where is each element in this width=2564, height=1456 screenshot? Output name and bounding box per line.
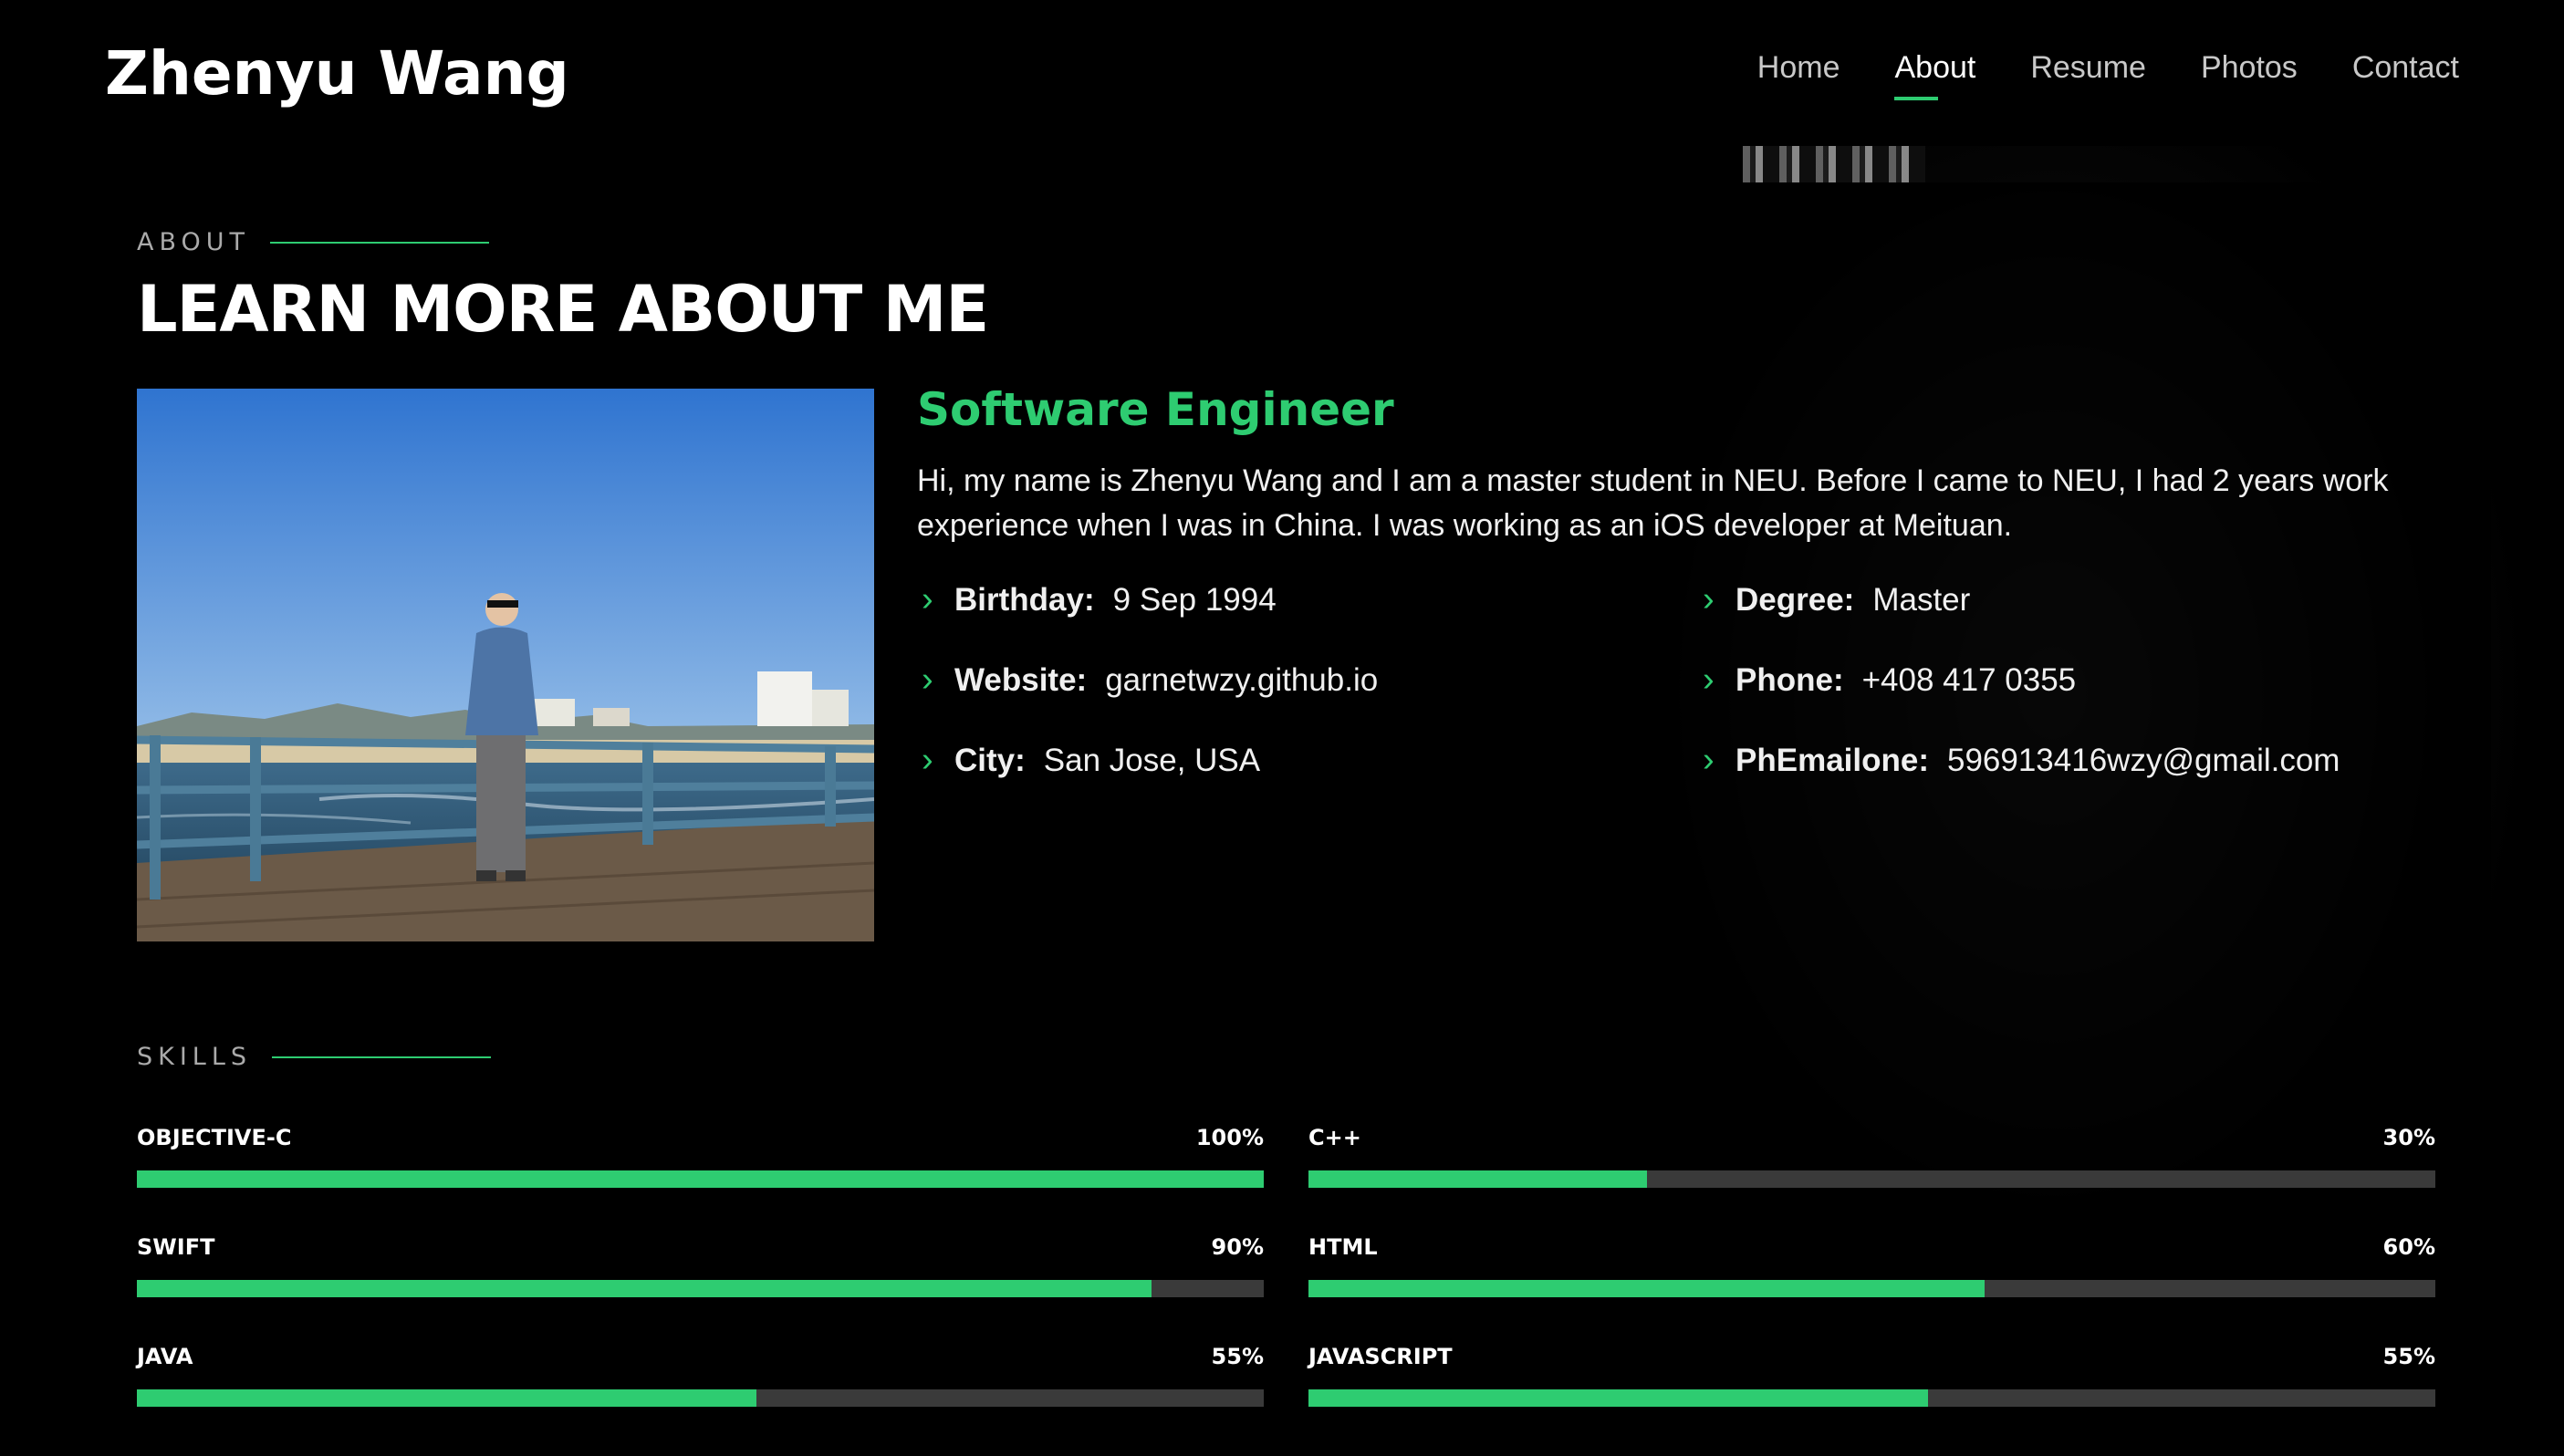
skill-progress-fill bbox=[1308, 1280, 1985, 1297]
nav-about[interactable]: About bbox=[1894, 50, 1975, 100]
background-detail bbox=[1743, 146, 1925, 182]
info-value: 9 Sep 1994 bbox=[1112, 581, 1277, 618]
info-key: Degree: bbox=[1735, 581, 1855, 618]
info-email: › PhEmailone: 596913416wzy@gmail.com bbox=[1703, 741, 2340, 780]
skill-percent: 100% bbox=[1195, 1125, 1264, 1150]
info-key: Phone: bbox=[1735, 661, 1844, 698]
skill-java: JAVA 55% bbox=[137, 1344, 1264, 1407]
skill-progress-fill bbox=[1308, 1389, 1929, 1407]
page-title: LEARN MORE ABOUT ME bbox=[137, 272, 989, 347]
top-navbar: Zhenyu Wang Home About Resume Photos Con… bbox=[0, 0, 2564, 146]
skill-progress-track bbox=[1308, 1389, 2435, 1407]
profile-photo bbox=[137, 389, 874, 941]
skill-progress-track bbox=[1308, 1170, 2435, 1188]
info-value: +408 417 0355 bbox=[1861, 661, 2077, 698]
chevron-right-icon: › bbox=[1703, 741, 1715, 779]
skill-name: HTML bbox=[1308, 1234, 1378, 1260]
info-value[interactable]: garnetwzy.github.io bbox=[1105, 662, 1378, 699]
skill-progress-track bbox=[137, 1170, 1264, 1188]
nav-contact[interactable]: Contact bbox=[2352, 50, 2459, 97]
about-section-label: ABOUT bbox=[137, 228, 490, 256]
skill-name: SWIFT bbox=[137, 1234, 215, 1260]
nav-photos[interactable]: Photos bbox=[2201, 50, 2298, 97]
info-key: PhEmailone: bbox=[1735, 742, 1929, 778]
site-logo[interactable]: Zhenyu Wang bbox=[105, 38, 569, 109]
skill-percent: 55% bbox=[2382, 1344, 2435, 1369]
skill-html: HTML 60% bbox=[1308, 1234, 2435, 1297]
skill-progress-track bbox=[1308, 1280, 2435, 1297]
bio-text: Hi, my name is Zhenyu Wang and I am a ma… bbox=[917, 463, 2389, 543]
info-phone: › Phone: +408 417 0355 bbox=[1703, 660, 2076, 700]
skill-percent: 60% bbox=[2382, 1234, 2435, 1260]
main-nav: Home About Resume Photos Contact bbox=[1757, 50, 2459, 100]
nav-home[interactable]: Home bbox=[1757, 50, 1840, 97]
skill-percent: 55% bbox=[1211, 1344, 1264, 1369]
skill-progress-track bbox=[137, 1389, 1264, 1407]
info-key: Birthday: bbox=[954, 581, 1095, 618]
info-key: City: bbox=[954, 742, 1026, 778]
section-divider bbox=[272, 1056, 492, 1058]
skill-progress-fill bbox=[137, 1170, 1264, 1188]
info-city: › City: San Jose, USA bbox=[922, 741, 1260, 780]
chevron-right-icon: › bbox=[922, 741, 933, 779]
skill-objective-c: OBJECTIVE-C 100% bbox=[137, 1125, 1264, 1188]
chevron-right-icon: › bbox=[922, 660, 933, 699]
skill-name: OBJECTIVE-C bbox=[137, 1125, 292, 1150]
skill-swift: SWIFT 90% bbox=[137, 1234, 1264, 1297]
skill-cpp: C++ 30% bbox=[1308, 1125, 2435, 1188]
skill-percent: 90% bbox=[1211, 1234, 1264, 1260]
info-value[interactable]: 596913416wzy@gmail.com bbox=[1947, 743, 2340, 779]
skills-section-label: SKILLS bbox=[137, 1043, 492, 1071]
chevron-right-icon: › bbox=[1703, 580, 1715, 619]
section-divider bbox=[270, 241, 490, 244]
nav-resume[interactable]: Resume bbox=[2030, 50, 2146, 97]
info-value: San Jose, USA bbox=[1043, 742, 1261, 778]
info-website: › Website: garnetwzy.github.io bbox=[922, 660, 1378, 700]
info-degree: › Degree: Master bbox=[1703, 580, 1970, 619]
skill-progress-fill bbox=[137, 1389, 757, 1407]
skill-javascript: JAVASCRIPT 55% bbox=[1308, 1344, 2435, 1407]
skill-progress-fill bbox=[137, 1280, 1152, 1297]
skill-name: C++ bbox=[1308, 1125, 1361, 1150]
info-birthday: › Birthday: 9 Sep 1994 bbox=[922, 580, 1277, 619]
skill-progress-track bbox=[137, 1280, 1264, 1297]
skill-name: JAVA bbox=[137, 1344, 193, 1369]
skill-percent: 30% bbox=[2382, 1125, 2435, 1150]
skill-name: JAVASCRIPT bbox=[1308, 1344, 1453, 1369]
info-key: Website: bbox=[954, 661, 1088, 698]
skill-progress-fill bbox=[1308, 1170, 1647, 1188]
chevron-right-icon: › bbox=[1703, 660, 1715, 699]
info-value: Master bbox=[1872, 581, 1971, 618]
chevron-right-icon: › bbox=[922, 580, 933, 619]
job-title: Software Engineer bbox=[917, 383, 1394, 436]
